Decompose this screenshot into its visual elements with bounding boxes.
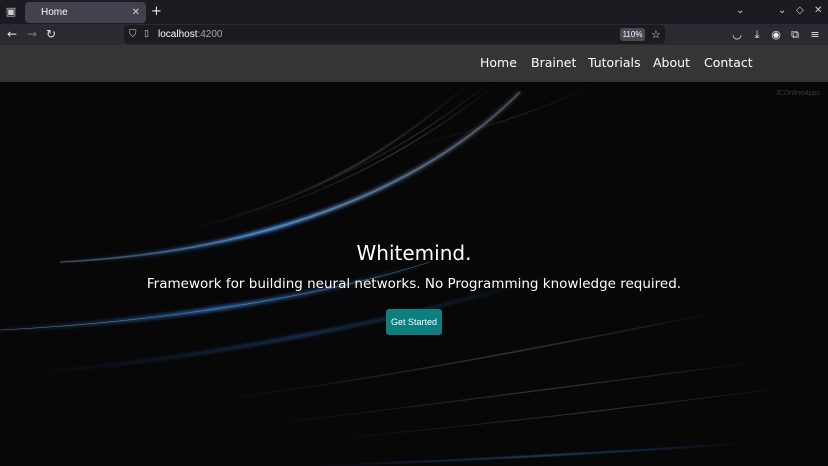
favicon-icon: ♡ <box>31 7 39 16</box>
url-bar[interactable]: ⛉ ▯ localhost:4200 110% ☆ <box>124 25 665 44</box>
account-icon[interactable]: ◉ <box>769 28 783 41</box>
tab-strip: ▣ ♡ Home ✕ + ⌄ ⌄ ◇ ✕ <box>0 0 828 24</box>
url-host: localhost <box>158 29 198 40</box>
nav-link-about[interactable]: About <box>653 55 690 71</box>
get-started-button[interactable]: Get Started <box>386 309 442 335</box>
list-all-tabs-icon[interactable]: ⌄ <box>736 5 744 17</box>
watermark-logo: JCOnlineApps <box>775 90 820 97</box>
url-text[interactable]: localhost:4200 <box>158 28 223 41</box>
close-tab-icon[interactable]: ✕ <box>132 6 140 19</box>
site-navbar: Home Brainet Tutorials About Contact <box>0 45 828 82</box>
nav-link-contact[interactable]: Contact <box>704 55 753 71</box>
tab-home[interactable]: ♡ Home ✕ <box>25 2 146 23</box>
chevron-down-icon[interactable]: ⌄ <box>778 5 786 17</box>
extensions-icon[interactable]: ⧉ <box>788 28 802 41</box>
hero-background-streaks <box>0 82 791 466</box>
close-window-icon[interactable]: ✕ <box>814 5 822 17</box>
nav-link-home[interactable]: Home <box>480 55 517 71</box>
download-icon[interactable]: ⤓ <box>750 28 764 41</box>
web-page: Home Brainet Tutorials About Contact JCO… <box>0 45 828 466</box>
zoom-level-badge[interactable]: 110% <box>620 28 645 41</box>
tab-overview-icon[interactable]: ▣ <box>4 5 18 19</box>
reload-button[interactable]: ↻ <box>46 27 56 42</box>
browser-window: ▣ ♡ Home ✕ + ⌄ ⌄ ◇ ✕ ← → ↻ ⛉ ▯ localhost… <box>0 0 828 466</box>
hero-title: Whitemind. <box>356 241 472 265</box>
menu-icon[interactable]: ≡ <box>808 28 822 41</box>
shield-icon[interactable]: ⛉ <box>129 28 137 41</box>
url-port: :4200 <box>197 29 223 40</box>
navigation-toolbar: ← → ↻ ⛉ ▯ localhost:4200 110% ☆ ◡ ⤓ ◉ ⧉ … <box>0 24 828 45</box>
pocket-icon[interactable]: ◡ <box>730 28 744 41</box>
star-icon[interactable]: ☆ <box>651 28 661 41</box>
tab-title: Home <box>41 7 68 18</box>
forward-button[interactable]: → <box>27 27 37 42</box>
hero-subtitle: Framework for building neural networks. … <box>146 276 682 292</box>
page-icon[interactable]: ▯ <box>144 28 149 41</box>
nav-link-tutorials[interactable]: Tutorials <box>588 55 640 71</box>
diamond-icon[interactable]: ◇ <box>796 5 804 17</box>
nav-link-brainet[interactable]: Brainet <box>531 55 576 71</box>
hero-section: JCOnlineApps Whitemind. Framework for bu… <box>0 82 828 466</box>
new-tab-button[interactable]: + <box>151 4 162 19</box>
back-button[interactable]: ← <box>7 27 17 42</box>
